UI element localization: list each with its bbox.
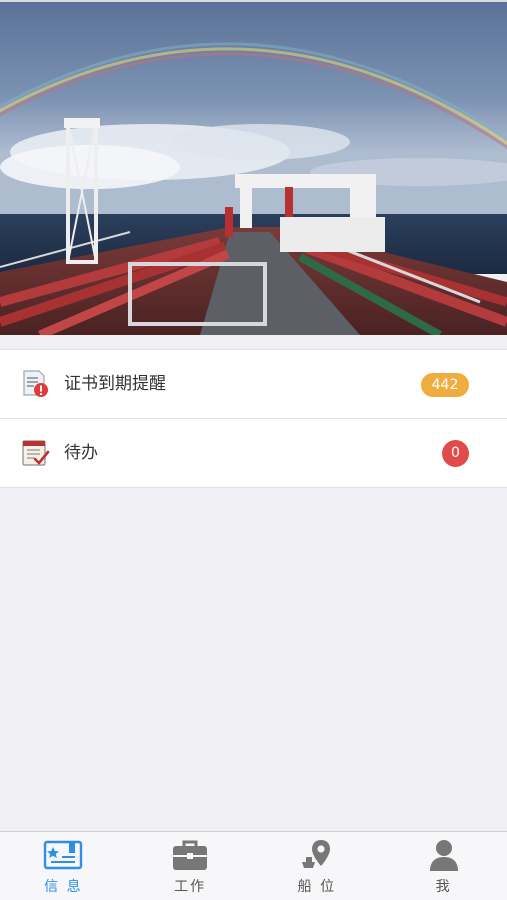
bottom-tab-bar: 信 息 工作 船 位 我 <box>0 831 507 900</box>
count-badge: 442 <box>421 373 469 397</box>
tab-ship-position[interactable]: 船 位 <box>254 832 381 900</box>
list-item-certificate-reminder[interactable]: 证书到期提醒 442 <box>0 349 507 418</box>
list-item-todo[interactable]: 待办 0 <box>0 418 507 488</box>
list-item-label: 证书到期提醒 <box>64 374 166 394</box>
home-list: 证书到期提醒 442 待办 0 <box>0 349 507 488</box>
tab-label: 我 <box>435 879 452 895</box>
briefcase-icon <box>170 838 210 872</box>
certificate-warning-icon <box>20 369 50 399</box>
hero-banner <box>0 0 507 335</box>
ship-location-icon <box>297 838 337 872</box>
tab-label: 信 息 <box>44 879 83 895</box>
hero-image <box>0 2 507 335</box>
person-icon <box>424 838 464 872</box>
list-item-label: 待办 <box>64 443 98 463</box>
tab-work[interactable]: 工作 <box>127 832 254 900</box>
tab-label: 工作 <box>174 879 207 895</box>
tab-me[interactable]: 我 <box>380 832 507 900</box>
app-screen: 证书到期提醒 442 待办 0 信 息 工作 船 位 我 <box>0 0 507 900</box>
section-gap <box>0 335 507 349</box>
todo-notebook-icon <box>20 438 50 468</box>
count-badge: 0 <box>442 440 469 467</box>
tab-label: 船 位 <box>297 879 337 895</box>
message-card-icon <box>43 838 83 872</box>
tab-messages[interactable]: 信 息 <box>0 832 127 900</box>
